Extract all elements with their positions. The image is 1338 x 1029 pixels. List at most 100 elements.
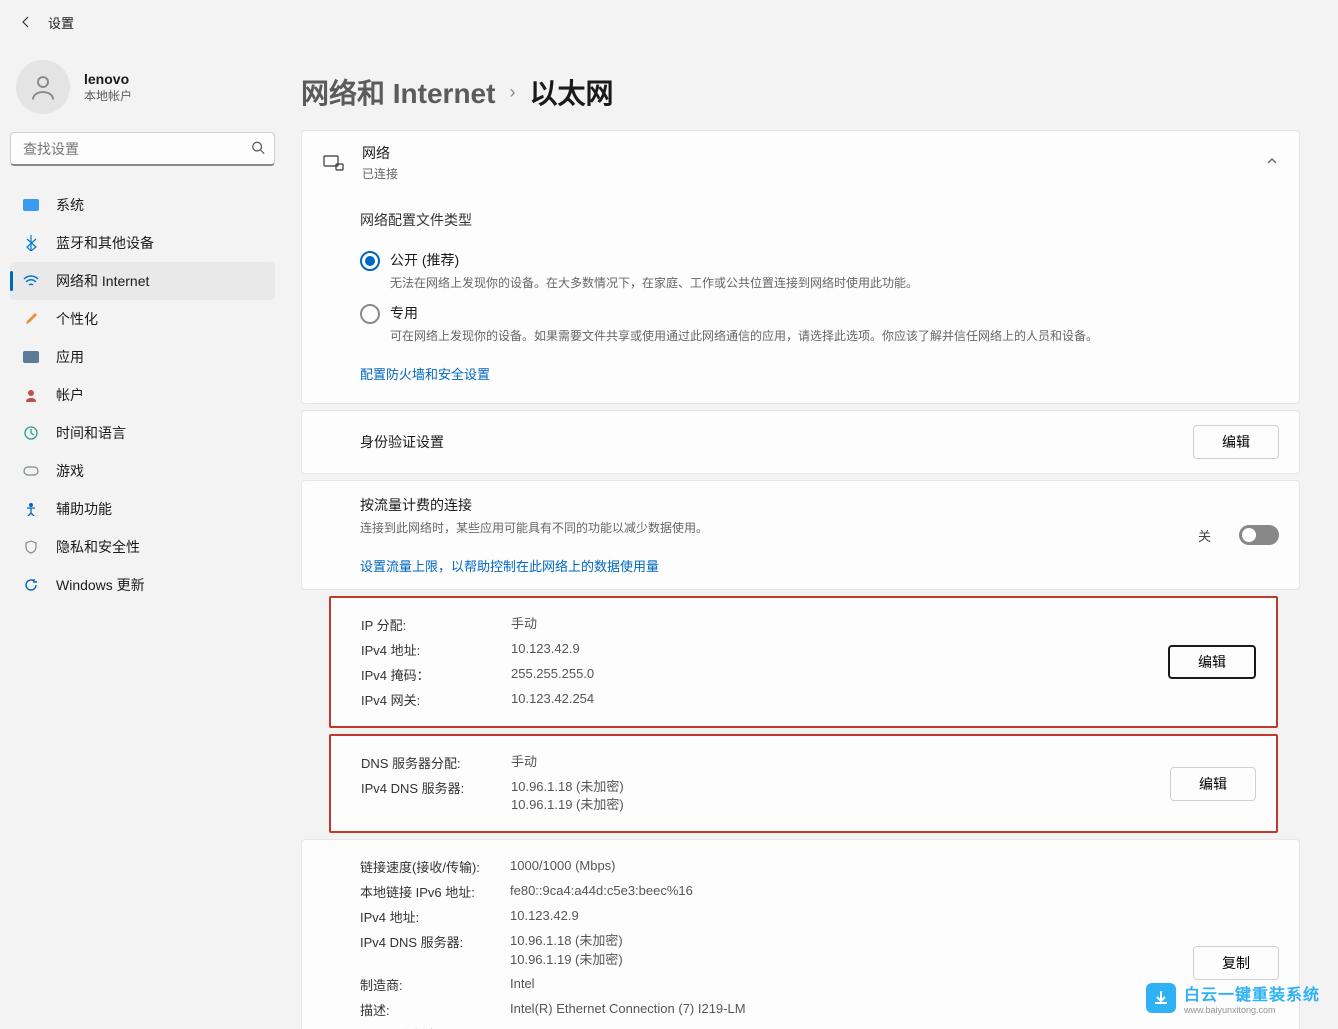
- game-icon: [22, 462, 40, 480]
- kv-row: IPv4 DNS 服务器:10.96.1.18 (未加密)10.96.1.19 …: [361, 775, 1170, 817]
- sidebar-item-network[interactable]: 网络和 Internet: [10, 262, 275, 300]
- dns-card: DNS 服务器分配:手动IPv4 DNS 服务器:10.96.1.18 (未加密…: [329, 734, 1278, 833]
- kv-row: IPv4 掩码：255.255.255.0: [361, 662, 1168, 687]
- apps-icon: [23, 351, 39, 363]
- radio-private-label: 专用: [390, 303, 1098, 323]
- sidebar-item-label: 隐私和安全性: [56, 537, 140, 557]
- sidebar-item-gaming[interactable]: 游戏: [10, 452, 275, 490]
- kv-key: IPv4 DNS 服务器:: [361, 778, 511, 814]
- sidebar-item-label: 系统: [56, 195, 84, 215]
- chevron-right-icon: ›: [509, 82, 515, 103]
- kv-key: 制造商:: [360, 975, 510, 994]
- sidebar-item-bluetooth[interactable]: 蓝牙和其他设备: [10, 224, 275, 262]
- search-input[interactable]: [10, 132, 275, 166]
- avatar: [16, 60, 70, 114]
- kv-value: 10.96.1.18 (未加密)10.96.1.19 (未加密): [511, 778, 1170, 814]
- radio-public-label: 公开 (推荐): [390, 250, 918, 270]
- metered-desc: 连接到此网络时，某些应用可能具有不同的功能以减少数据使用。: [360, 519, 1180, 536]
- ip-edit-button[interactable]: 编辑: [1168, 645, 1256, 679]
- kv-row: DNS 服务器分配:手动: [361, 750, 1170, 775]
- sidebar-item-accounts[interactable]: 帐户: [10, 376, 275, 414]
- sidebar-item-label: 辅助功能: [56, 499, 112, 519]
- sidebar-item-label: 应用: [56, 347, 84, 367]
- sidebar-item-label: 蓝牙和其他设备: [56, 233, 154, 253]
- profile[interactable]: lenovo 本地帐户: [10, 52, 275, 132]
- metered-row: 按流量计费的连接 连接到此网络时，某些应用可能具有不同的功能以减少数据使用。 设…: [301, 480, 1300, 590]
- copy-button[interactable]: 复制: [1193, 946, 1279, 980]
- auth-label: 身份验证设置: [360, 432, 1175, 452]
- dns-edit-button[interactable]: 编辑: [1170, 767, 1256, 801]
- kv-key: IPv4 掩码：: [361, 665, 511, 684]
- kv-key: IPv4 DNS 服务器:: [360, 932, 510, 968]
- clock-icon: [22, 424, 40, 442]
- kv-value: 255.255.255.0: [511, 665, 1168, 684]
- arrow-left-icon: [18, 14, 34, 30]
- metered-toggle[interactable]: [1239, 525, 1279, 545]
- sidebar-item-label: 个性化: [56, 309, 98, 329]
- kv-value: 10.123.42.254: [511, 690, 1168, 709]
- radio-private-desc: 可在网络上发现你的设备。如果需要文件共享或使用通过此网络通信的应用，请选择此选项…: [390, 327, 1098, 344]
- watermark-logo-icon: [1146, 983, 1176, 1013]
- radio-icon: [360, 251, 380, 271]
- ethernet-icon: [322, 152, 344, 174]
- breadcrumb-parent[interactable]: 网络和 Internet: [301, 72, 495, 112]
- ip-card: IP 分配:手动IPv4 地址:10.123.42.9IPv4 掩码：255.2…: [329, 596, 1278, 728]
- profile-name: lenovo: [84, 71, 132, 87]
- sidebar-item-apps[interactable]: 应用: [10, 338, 275, 376]
- update-icon: [22, 576, 40, 594]
- sidebar-item-privacy[interactable]: 隐私和安全性: [10, 528, 275, 566]
- kv-key: 本地链接 IPv6 地址:: [360, 882, 510, 901]
- profile-type-label: 网络配置文件类型: [360, 210, 1279, 230]
- firewall-link[interactable]: 配置防火墙和安全设置: [360, 364, 490, 383]
- kv-row: IPv4 网关:10.123.42.254: [361, 687, 1168, 712]
- sidebar-item-label: 网络和 Internet: [56, 271, 149, 291]
- profile-sub: 本地帐户: [84, 87, 132, 104]
- sidebar-item-system[interactable]: 系统: [10, 186, 275, 224]
- person-icon: [28, 72, 58, 102]
- auth-edit-button[interactable]: 编辑: [1193, 425, 1279, 459]
- radio-public[interactable]: 公开 (推荐) 无法在网络上发现你的设备。在大多数情况下，在家庭、工作或公共位置…: [360, 244, 1279, 297]
- sidebar-item-update[interactable]: Windows 更新: [10, 566, 275, 604]
- page-title: 以太网: [529, 72, 613, 112]
- watermark-url: www.baiyunxitong.com: [1184, 1005, 1320, 1015]
- kv-value: 10.123.42.9: [511, 640, 1168, 659]
- kv-row: IPv4 地址:10.123.42.9: [361, 637, 1168, 662]
- network-title: 网络: [362, 143, 1247, 163]
- sidebar-item-time[interactable]: 时间和语言: [10, 414, 275, 452]
- kv-row: 本地链接 IPv6 地址:fe80::9ca4:a44d:c5e3:beec%1…: [360, 879, 1193, 904]
- network-header[interactable]: 网络 已连接: [302, 131, 1299, 194]
- nav-list: 系统 蓝牙和其他设备 网络和 Internet 个性化 应用 帐户 时间和语言 …: [10, 186, 275, 604]
- kv-key: DNS 服务器分配:: [361, 753, 511, 772]
- network-card: 网络 已连接 网络配置文件类型 公开 (推荐) 无法在网络上发现你的设备。在大多…: [301, 130, 1300, 404]
- network-status: 已连接: [362, 165, 1247, 182]
- auth-row: 身份验证设置 编辑: [301, 410, 1300, 474]
- kv-row: 驱动程序版本:12.19.0.16: [360, 1022, 1193, 1029]
- back-button[interactable]: [10, 6, 42, 38]
- radio-private[interactable]: 专用 可在网络上发现你的设备。如果需要文件共享或使用通过此网络通信的应用，请选择…: [360, 297, 1279, 350]
- sidebar-item-label: 时间和语言: [56, 423, 126, 443]
- system-icon: [23, 199, 39, 211]
- watermark: 白云一键重装系统 www.baiyunxitong.com: [1146, 981, 1320, 1015]
- kv-row: IPv4 地址:10.123.42.9: [360, 904, 1193, 929]
- sidebar-item-accessibility[interactable]: 辅助功能: [10, 490, 275, 528]
- sidebar-item-label: 游戏: [56, 461, 84, 481]
- watermark-text: 白云一键重装系统: [1184, 987, 1320, 1004]
- kv-value: 10.96.1.18 (未加密)10.96.1.19 (未加密): [510, 932, 1193, 968]
- shield-icon: [22, 538, 40, 556]
- toggle-label: 关: [1198, 526, 1211, 545]
- kv-key: IPv4 地址:: [360, 907, 510, 926]
- accessibility-icon: [22, 500, 40, 518]
- sidebar-item-personalization[interactable]: 个性化: [10, 300, 275, 338]
- metered-link[interactable]: 设置流量上限，以帮助控制在此网络上的数据使用量: [360, 556, 659, 575]
- main-content: 网络和 Internet › 以太网 网络 已连接 网络配置文件类型: [285, 44, 1338, 1029]
- kv-value: fe80::9ca4:a44d:c5e3:beec%16: [510, 882, 1193, 901]
- kv-row: 描述:Intel(R) Ethernet Connection (7) I219…: [360, 997, 1193, 1022]
- search-icon[interactable]: [251, 141, 265, 158]
- radio-icon: [360, 304, 380, 324]
- kv-row: 制造商:Intel: [360, 972, 1193, 997]
- brush-icon: [22, 310, 40, 328]
- kv-value: 手动: [511, 753, 1170, 772]
- kv-value: Intel(R) Ethernet Connection (7) I219-LM: [510, 1000, 1193, 1019]
- kv-row: IP 分配:手动: [361, 612, 1168, 637]
- kv-value: 12.19.0.16: [510, 1025, 1193, 1029]
